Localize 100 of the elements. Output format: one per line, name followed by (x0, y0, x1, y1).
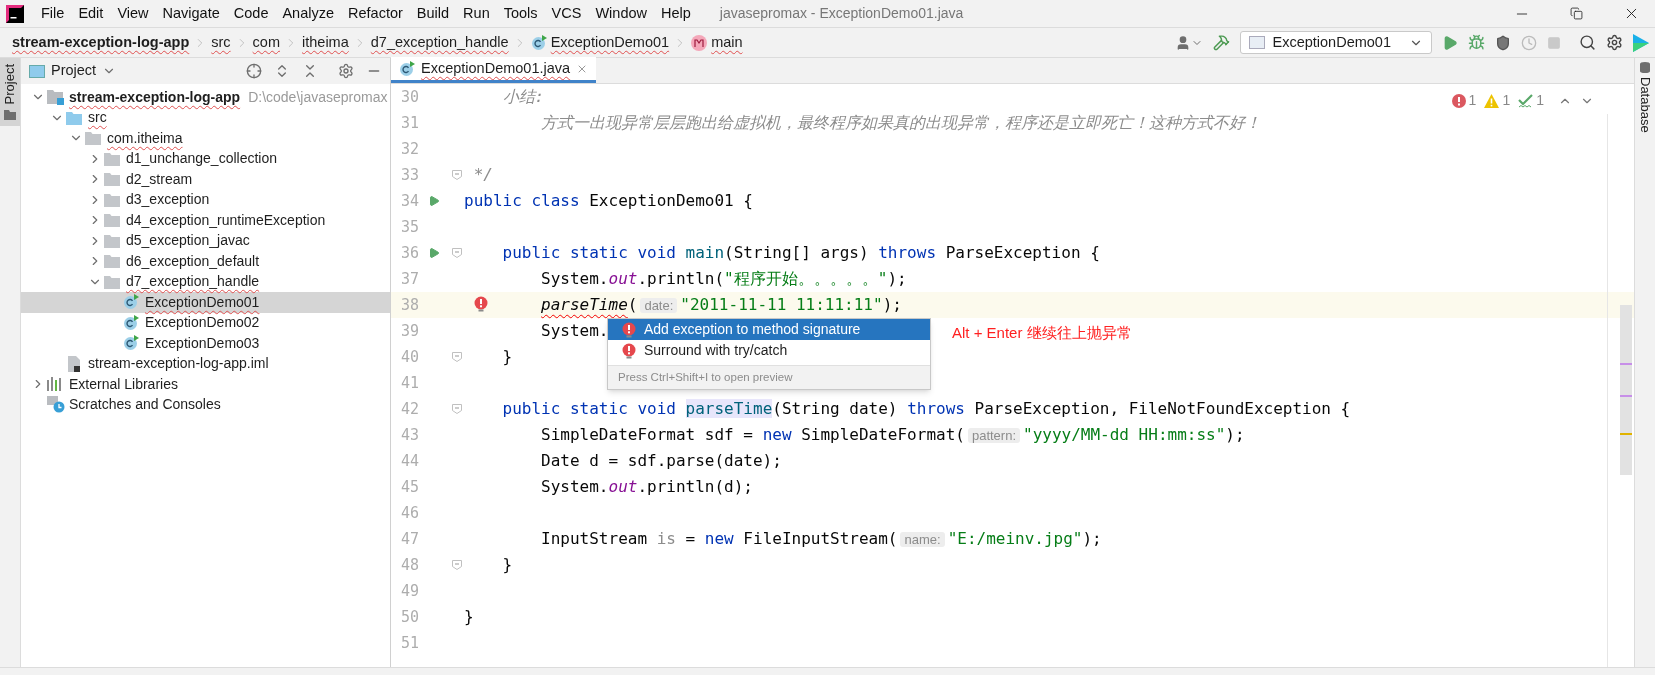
menu-item[interactable]: File (34, 2, 72, 25)
tree-item[interactable]: d4_exception_runtimeException (21, 210, 390, 231)
line-number: 38 (399, 294, 419, 316)
tree-item-label: ExceptionDemo02 (145, 313, 260, 333)
restore-icon[interactable] (1570, 7, 1583, 20)
scrollbar[interactable] (1620, 305, 1632, 475)
tree-item[interactable]: ExceptionDemo01 (21, 292, 390, 313)
tree-item[interactable]: d7_exception_handle (21, 271, 390, 292)
tree-item[interactable]: com.itheima (21, 128, 390, 149)
tree-item[interactable]: ExceptionDemo03 (21, 333, 390, 354)
code-text: Date d = sdf.parse(date); (541, 451, 782, 471)
toolbox-logo (1633, 33, 1649, 52)
breadcrumb[interactable]: com (250, 31, 282, 54)
run-gutter-icon[interactable] (428, 195, 440, 207)
locate-icon[interactable] (246, 63, 262, 79)
run-gutter-icon[interactable] (428, 247, 440, 259)
tree-item[interactable]: d3_exception (21, 189, 390, 210)
tree-item[interactable]: d1_unchange_collection (21, 148, 390, 169)
database-tool-tab[interactable]: Database (1635, 77, 1655, 133)
tree-item[interactable]: Scratches and Consoles (21, 394, 390, 415)
tree-item[interactable]: d6_exception_default (21, 251, 390, 272)
search-icon[interactable] (1579, 34, 1596, 51)
code-text: } (502, 555, 513, 575)
tree-item-label: src (88, 108, 107, 128)
coverage-icon[interactable] (1495, 34, 1511, 51)
menu-item[interactable]: Tools (496, 2, 545, 25)
code-text: public class ExceptionDemo01 { (464, 191, 753, 211)
line-number: 33 (399, 164, 419, 186)
tree-item-label: d6_exception_default (126, 251, 260, 271)
folder-icon (66, 110, 82, 125)
project-tool-tab[interactable]: Project (0, 58, 20, 127)
debug-icon[interactable] (1468, 34, 1485, 51)
inspection-count[interactable]: 1 (1484, 90, 1511, 111)
folder-icon (104, 233, 120, 248)
menu-item[interactable]: Navigate (155, 2, 227, 25)
tree-item-label: ExceptionDemo01 (145, 292, 260, 312)
breadcrumb[interactable]: main (689, 31, 745, 54)
build-icon[interactable] (1212, 34, 1230, 51)
warning-icon (1484, 93, 1500, 108)
line-number: 51 (399, 632, 419, 654)
tree-item[interactable]: d2_stream (21, 169, 390, 190)
menu-item[interactable]: View (110, 2, 156, 25)
menu-item[interactable]: Window (588, 2, 654, 25)
panel-title[interactable]: Project (51, 60, 97, 82)
menu-item[interactable]: Run (456, 2, 497, 25)
folder-icon (104, 172, 120, 187)
tree-item[interactable]: src (21, 107, 390, 128)
line-number: 30 (399, 86, 419, 108)
code-text: parseTime( date: "2011-11-11 11:11:11"); (541, 295, 902, 315)
typo-check-icon (1518, 93, 1534, 108)
line-number: 41 (399, 372, 419, 394)
tree-item-label: d4_exception_runtimeException (126, 210, 326, 230)
run-configuration-dropdown[interactable]: ExceptionDemo01 (1239, 31, 1432, 54)
project-icon (29, 64, 45, 78)
settings-icon[interactable] (338, 63, 354, 79)
code-text: public static void main(String[] args) throws ParseException { (502, 243, 1100, 263)
tree-item[interactable]: stream-exception-log-app.iml (21, 353, 390, 374)
line-number: 43 (399, 424, 419, 446)
method-icon (691, 34, 708, 51)
settings-icon[interactable] (1606, 34, 1623, 51)
tree-item[interactable]: External Libraries (21, 374, 390, 395)
tree-item-label: d1_unchange_collection (126, 149, 277, 169)
inspection-count[interactable]: 1 (1518, 90, 1544, 111)
folder-icon (85, 131, 101, 146)
breadcrumb[interactable]: itheima (300, 31, 351, 54)
error-bulb-icon (622, 342, 636, 359)
scratches-icon (47, 396, 65, 414)
code-text: } (464, 607, 474, 627)
menu-item[interactable]: Help (654, 2, 698, 25)
tree-item-label: d5_exception_javac (126, 231, 250, 251)
breadcrumb[interactable]: ExceptionDemo01 (528, 31, 672, 54)
error-bulb-icon (622, 321, 636, 338)
folder-icon (104, 192, 120, 207)
tree-item-label: External Libraries (69, 374, 178, 394)
code-text: */ (473, 165, 493, 185)
inspection-count[interactable]: 1 (1451, 90, 1477, 111)
tree-item[interactable]: ExceptionDemo02 (21, 312, 390, 333)
menu-item[interactable]: Code (226, 2, 276, 25)
folder-icon (104, 213, 120, 228)
editor-tab[interactable]: ExceptionDemo01.java (391, 57, 597, 83)
tree-item[interactable]: stream-exception-log-app D:\code\javasepromax (21, 87, 390, 108)
intention-item[interactable]: Add exception to method signature (608, 319, 930, 340)
breadcrumb[interactable]: src (209, 31, 233, 54)
line-number: 46 (399, 502, 419, 524)
breadcrumb[interactable]: stream-exception-log-app (10, 31, 192, 54)
line-number: 44 (399, 450, 419, 472)
tree-item-label: ExceptionDemo03 (145, 333, 260, 353)
menu-item[interactable]: Refactor (341, 2, 410, 25)
parameter-hint: name: (900, 532, 945, 547)
intention-item[interactable]: Surround with try/catch (608, 340, 930, 361)
menu-item[interactable]: VCS (544, 2, 589, 25)
tree-item[interactable]: d5_exception_javac (21, 230, 390, 251)
menu-item[interactable]: Edit (71, 2, 111, 25)
line-number: 48 (399, 554, 419, 576)
class-icon (123, 314, 139, 331)
menu-item[interactable]: Build (409, 2, 457, 25)
tree-item-label: d3_exception (126, 190, 210, 210)
menu-item[interactable]: Analyze (275, 2, 342, 25)
breadcrumb[interactable]: d7_exception_handle (368, 31, 511, 54)
run-icon[interactable] (1442, 34, 1458, 51)
